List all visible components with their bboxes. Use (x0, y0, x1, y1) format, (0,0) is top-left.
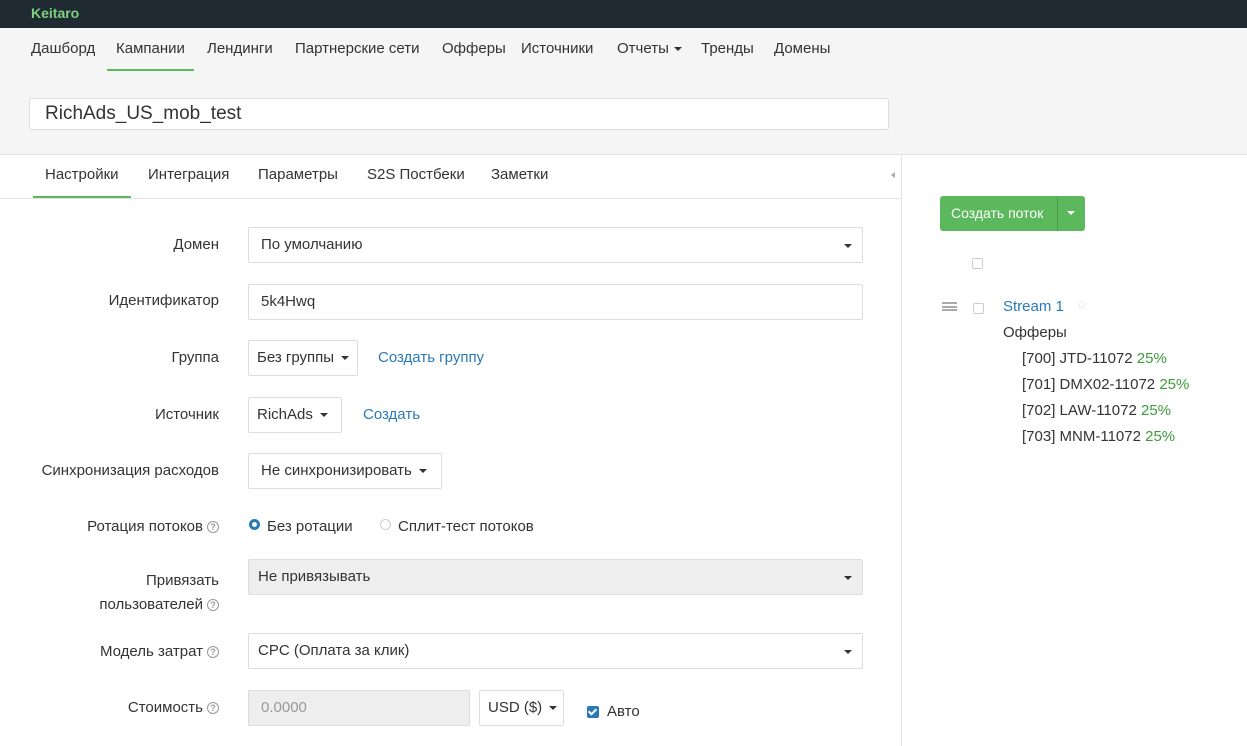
rotation-radio-none[interactable] (249, 519, 260, 530)
nav-reports-label: Отчеты (617, 40, 669, 57)
campaign-header (0, 72, 1247, 154)
chevron-down-icon (673, 47, 682, 52)
bind-users-label-line1: Привязать (145, 572, 219, 589)
offer-name: [700] JTD-11072 (1022, 350, 1133, 367)
drag-handle-icon[interactable] (942, 302, 957, 311)
cost-sync-select[interactable]: Не синхронизировать (248, 453, 442, 489)
main-nav: Дашборд Кампании Лендинги Партнерские се… (0, 28, 1247, 72)
offer-name: [702] LAW-11072 (1022, 402, 1137, 419)
offer-item: [700] JTD-11072 25% (1022, 350, 1167, 367)
tab-s2s-postbacks[interactable]: S2S Постбеки (367, 166, 465, 183)
cost-sync-label: Синхронизация расходов (41, 462, 219, 479)
create-stream-dropdown[interactable] (1057, 196, 1085, 231)
bind-users-select-value: Не привязывать (258, 568, 371, 585)
stream-link[interactable]: Stream 1 (1003, 298, 1064, 315)
top-bar: Keitaro (0, 0, 1247, 28)
offer-share: 25% (1159, 376, 1190, 393)
campaign-name-input[interactable] (29, 98, 889, 130)
offer-item: [702] LAW-11072 25% (1022, 402, 1171, 419)
help-icon[interactable]: ? (207, 646, 219, 658)
select-all-checkbox[interactable] (972, 258, 983, 269)
cost-sync-select-value: Не синхронизировать (261, 462, 412, 479)
nav-trends[interactable]: Тренды (701, 40, 754, 57)
create-group-link[interactable]: Создать группу (378, 349, 484, 366)
nav-campaigns[interactable]: Кампании (107, 40, 194, 71)
offer-share: 25% (1145, 428, 1176, 445)
cost-model-select-value: CPC (Оплата за клик) (258, 642, 410, 659)
divider (0, 198, 901, 199)
chevron-down-icon (341, 356, 350, 361)
chevron-down-icon (1067, 211, 1075, 215)
bind-users-label-line2: пользователей (99, 596, 203, 613)
star-icon[interactable]: ☆ (1076, 297, 1088, 313)
nav-affiliate-networks[interactable]: Партнерские сети (295, 40, 420, 57)
tab-notes[interactable]: Заметки (491, 166, 548, 183)
rotation-option-none[interactable]: Без ротации (267, 518, 353, 535)
nav-landings[interactable]: Лендинги (207, 40, 273, 57)
tab-integration[interactable]: Интеграция (148, 166, 229, 183)
cost-label: Стоимость? (128, 699, 219, 716)
rotation-radio-split[interactable] (380, 519, 391, 530)
cost-label-text: Стоимость (127, 699, 203, 716)
currency-select-value: USD ($) (488, 699, 543, 716)
offer-name: [701] DMX02-11072 (1022, 376, 1156, 393)
bind-users-select[interactable]: Не привязывать (248, 559, 863, 595)
source-label: Источник (154, 406, 219, 423)
offer-item: [703] MNM-11072 25% (1022, 428, 1175, 445)
offer-item: [701] DMX02-11072 25% (1022, 376, 1189, 393)
brand-logo[interactable]: Keitaro (31, 5, 79, 21)
identifier-label: Идентификатор (108, 292, 219, 309)
tab-parameters[interactable]: Параметры (258, 166, 338, 183)
cost-model-label: Модель затрат? (100, 643, 219, 660)
help-icon[interactable]: ? (207, 599, 219, 611)
auto-label[interactable]: Авто (607, 703, 640, 720)
create-stream-button[interactable]: Создать поток (940, 196, 1057, 231)
cost-model-select[interactable]: CPC (Оплата за клик) (248, 633, 863, 669)
group-select-value: Без группы (257, 349, 335, 366)
chevron-down-icon (549, 706, 558, 711)
domain-select[interactable]: По умолчанию (248, 227, 863, 263)
rotation-label: Ротация потоков? (87, 518, 219, 535)
nav-sources[interactable]: Источники (521, 40, 593, 57)
cost-model-label-text: Модель затрат (100, 643, 203, 660)
chevron-down-icon (319, 413, 328, 418)
chevron-down-icon (844, 650, 852, 654)
rotation-label-text: Ротация потоков (87, 518, 203, 535)
panel-divider (901, 154, 902, 746)
stream-checkbox[interactable] (973, 303, 984, 314)
help-icon[interactable]: ? (207, 702, 219, 714)
currency-select[interactable]: USD ($) (479, 690, 564, 726)
offer-share: 25% (1136, 350, 1167, 367)
nav-dashboard[interactable]: Дашборд (31, 40, 95, 57)
nav-offers[interactable]: Офферы (442, 40, 506, 57)
group-label: Группа (171, 349, 219, 366)
source-select-value: RichAds (257, 406, 313, 423)
tab-settings[interactable]: Настройки (33, 166, 131, 198)
offers-title: Офферы (1003, 324, 1067, 341)
rotation-option-split[interactable]: Сплит-тест потоков (398, 518, 534, 535)
group-select[interactable]: Без группы (248, 340, 358, 376)
bind-users-label: Привязать пользователей? (99, 569, 219, 617)
nav-reports[interactable]: Отчеты (617, 40, 682, 57)
domain-label: Домен (173, 236, 219, 253)
chevron-down-icon (418, 469, 427, 474)
offer-name: [703] MNM-11072 (1022, 428, 1141, 445)
nav-domains[interactable]: Домены (774, 40, 830, 57)
collapse-arrow-icon[interactable] (891, 172, 895, 178)
chevron-down-icon (844, 244, 852, 248)
cost-input[interactable]: 0.0000 (248, 690, 470, 726)
help-icon[interactable]: ? (207, 521, 219, 533)
create-source-link[interactable]: Создать (363, 406, 420, 423)
chevron-down-icon (844, 576, 852, 580)
identifier-input[interactable]: 5k4Hwq (248, 284, 863, 320)
divider (0, 154, 1247, 155)
auto-checkbox[interactable] (587, 706, 599, 718)
domain-select-value: По умолчанию (261, 236, 363, 253)
offer-share: 25% (1140, 402, 1172, 419)
source-select[interactable]: RichAds (248, 397, 342, 433)
